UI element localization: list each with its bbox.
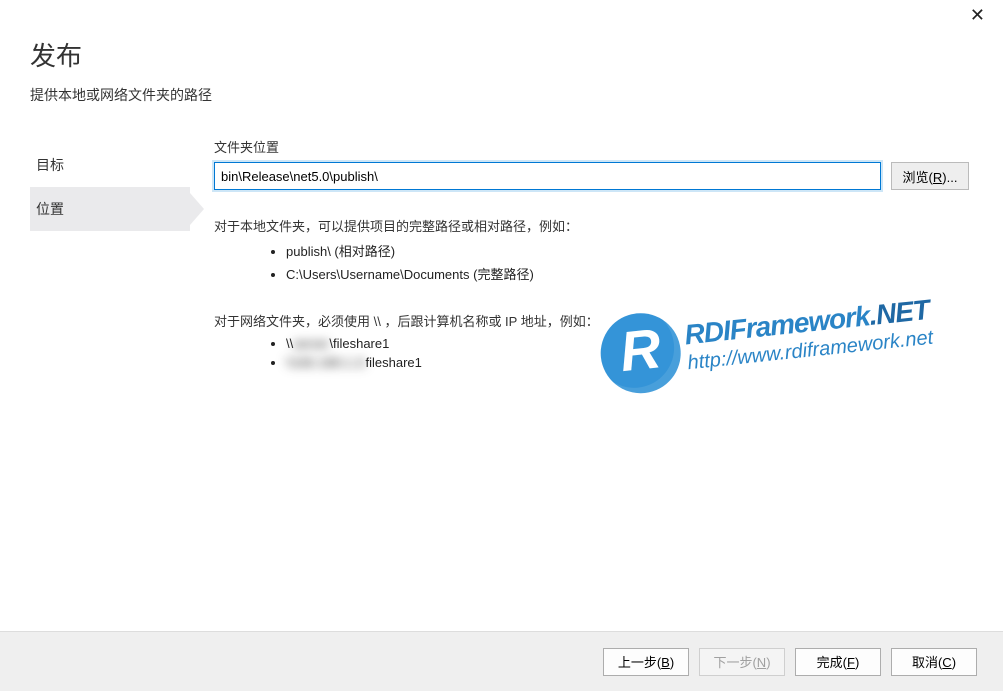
nav-item-target[interactable]: 目标 <box>30 143 190 187</box>
browse-button[interactable]: 浏览(R)... <box>891 162 969 190</box>
list-item: \\192.168.1.1\fileshare1 <box>286 353 969 372</box>
step-nav: 目标 位置 <box>30 133 190 372</box>
page-title: 发布 <box>30 36 1003 73</box>
network-folder-examples: \\server\fileshare1 \\192.168.1.1\filesh… <box>286 334 969 372</box>
local-folder-description: 对于本地文件夹，可以提供项目的完整路径或相对路径，例如： <box>214 216 969 235</box>
back-button[interactable]: 上一步(B) <box>603 648 689 676</box>
close-button[interactable]: ✕ <box>970 6 985 24</box>
local-folder-examples: publish\ (相对路径) C:\Users\Username\Docume… <box>286 239 969 285</box>
list-item: publish\ (相对路径) <box>286 239 969 262</box>
folder-location-input[interactable] <box>214 162 881 190</box>
dialog-body: 目标 位置 文件夹位置 浏览(R)... 对于本地文件夹，可以提供项目的完整路径… <box>0 105 1003 372</box>
folder-location-row: 浏览(R)... <box>214 162 969 190</box>
cancel-button[interactable]: 取消(C) <box>891 648 977 676</box>
folder-location-label: 文件夹位置 <box>214 133 969 156</box>
next-button: 下一步(N) <box>699 648 785 676</box>
dialog-footer: 上一步(B) 下一步(N) 完成(F) 取消(C) <box>0 631 1003 691</box>
list-item: \\server\fileshare1 <box>286 334 969 353</box>
redacted-text: server <box>293 336 329 351</box>
dialog-header: 发布 提供本地或网络文件夹的路径 <box>0 0 1003 105</box>
network-folder-description: 对于网络文件夹，必须使用 \\ ，后跟计算机名称或 IP 地址，例如： <box>214 311 969 330</box>
nav-item-location[interactable]: 位置 <box>30 187 190 231</box>
main-column: 文件夹位置 浏览(R)... 对于本地文件夹，可以提供项目的完整路径或相对路径，… <box>190 133 973 372</box>
page-subtitle: 提供本地或网络文件夹的路径 <box>30 85 1003 105</box>
finish-button[interactable]: 完成(F) <box>795 648 881 676</box>
network-folder-info: 对于网络文件夹，必须使用 \\ ，后跟计算机名称或 IP 地址，例如： \\se… <box>214 311 969 372</box>
redacted-text: \\192.168.1.1\ <box>286 355 366 370</box>
local-folder-info: 对于本地文件夹，可以提供项目的完整路径或相对路径，例如： publish\ (相… <box>214 216 969 285</box>
list-item: C:\Users\Username\Documents (完整路径) <box>286 262 969 285</box>
